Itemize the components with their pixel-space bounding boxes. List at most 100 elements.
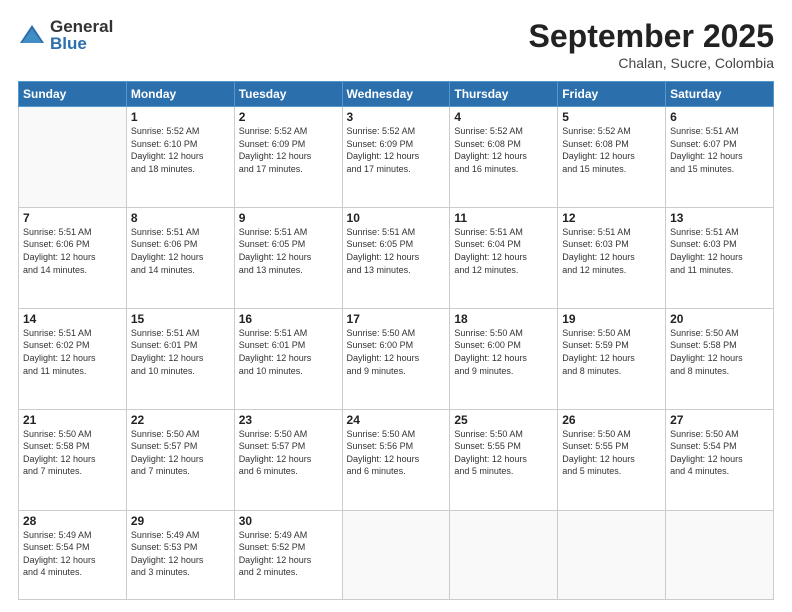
day-number: 2 (239, 110, 338, 124)
day-info: Sunrise: 5:50 AMSunset: 6:00 PMDaylight:… (347, 327, 446, 377)
day-info: Sunrise: 5:51 AMSunset: 6:03 PMDaylight:… (562, 226, 661, 276)
day-info: Sunrise: 5:51 AMSunset: 6:05 PMDaylight:… (347, 226, 446, 276)
day-info: Sunrise: 5:50 AMSunset: 5:57 PMDaylight:… (131, 428, 230, 478)
calendar-week-row: 14Sunrise: 5:51 AMSunset: 6:02 PMDayligh… (19, 308, 774, 409)
table-cell: 2Sunrise: 5:52 AMSunset: 6:09 PMDaylight… (234, 107, 342, 208)
table-cell: 11Sunrise: 5:51 AMSunset: 6:04 PMDayligh… (450, 207, 558, 308)
table-cell: 28Sunrise: 5:49 AMSunset: 5:54 PMDayligh… (19, 510, 127, 599)
day-number: 18 (454, 312, 553, 326)
table-cell: 1Sunrise: 5:52 AMSunset: 6:10 PMDaylight… (126, 107, 234, 208)
title-block: September 2025 Chalan, Sucre, Colombia (529, 18, 774, 71)
table-cell: 21Sunrise: 5:50 AMSunset: 5:58 PMDayligh… (19, 409, 127, 510)
day-info: Sunrise: 5:50 AMSunset: 5:56 PMDaylight:… (347, 428, 446, 478)
day-number: 16 (239, 312, 338, 326)
col-thursday: Thursday (450, 82, 558, 107)
calendar-week-row: 28Sunrise: 5:49 AMSunset: 5:54 PMDayligh… (19, 510, 774, 599)
table-cell (666, 510, 774, 599)
day-info: Sunrise: 5:52 AMSunset: 6:10 PMDaylight:… (131, 125, 230, 175)
table-cell: 13Sunrise: 5:51 AMSunset: 6:03 PMDayligh… (666, 207, 774, 308)
month-title: September 2025 (529, 18, 774, 55)
table-cell: 3Sunrise: 5:52 AMSunset: 6:09 PMDaylight… (342, 107, 450, 208)
day-number: 26 (562, 413, 661, 427)
table-cell: 18Sunrise: 5:50 AMSunset: 6:00 PMDayligh… (450, 308, 558, 409)
col-wednesday: Wednesday (342, 82, 450, 107)
day-number: 17 (347, 312, 446, 326)
logo-icon (18, 21, 46, 49)
table-cell: 30Sunrise: 5:49 AMSunset: 5:52 PMDayligh… (234, 510, 342, 599)
location: Chalan, Sucre, Colombia (529, 55, 774, 71)
table-cell (450, 510, 558, 599)
calendar-week-row: 1Sunrise: 5:52 AMSunset: 6:10 PMDaylight… (19, 107, 774, 208)
calendar-week-row: 21Sunrise: 5:50 AMSunset: 5:58 PMDayligh… (19, 409, 774, 510)
day-info: Sunrise: 5:49 AMSunset: 5:54 PMDaylight:… (23, 529, 122, 579)
day-number: 20 (670, 312, 769, 326)
day-number: 13 (670, 211, 769, 225)
day-number: 15 (131, 312, 230, 326)
col-saturday: Saturday (666, 82, 774, 107)
logo-text: General Blue (50, 18, 113, 52)
day-info: Sunrise: 5:50 AMSunset: 5:58 PMDaylight:… (23, 428, 122, 478)
day-number: 27 (670, 413, 769, 427)
table-cell: 27Sunrise: 5:50 AMSunset: 5:54 PMDayligh… (666, 409, 774, 510)
header: General Blue September 2025 Chalan, Sucr… (18, 18, 774, 71)
table-cell: 5Sunrise: 5:52 AMSunset: 6:08 PMDaylight… (558, 107, 666, 208)
table-cell: 25Sunrise: 5:50 AMSunset: 5:55 PMDayligh… (450, 409, 558, 510)
table-cell: 20Sunrise: 5:50 AMSunset: 5:58 PMDayligh… (666, 308, 774, 409)
calendar-header-row: Sunday Monday Tuesday Wednesday Thursday… (19, 82, 774, 107)
day-info: Sunrise: 5:51 AMSunset: 6:03 PMDaylight:… (670, 226, 769, 276)
day-number: 5 (562, 110, 661, 124)
table-cell: 23Sunrise: 5:50 AMSunset: 5:57 PMDayligh… (234, 409, 342, 510)
day-info: Sunrise: 5:51 AMSunset: 6:05 PMDaylight:… (239, 226, 338, 276)
day-info: Sunrise: 5:50 AMSunset: 6:00 PMDaylight:… (454, 327, 553, 377)
day-number: 11 (454, 211, 553, 225)
day-info: Sunrise: 5:51 AMSunset: 6:02 PMDaylight:… (23, 327, 122, 377)
logo: General Blue (18, 18, 113, 52)
day-info: Sunrise: 5:50 AMSunset: 5:58 PMDaylight:… (670, 327, 769, 377)
day-info: Sunrise: 5:52 AMSunset: 6:09 PMDaylight:… (239, 125, 338, 175)
day-number: 7 (23, 211, 122, 225)
day-number: 22 (131, 413, 230, 427)
day-number: 30 (239, 514, 338, 528)
calendar-table: Sunday Monday Tuesday Wednesday Thursday… (18, 81, 774, 600)
day-number: 29 (131, 514, 230, 528)
table-cell: 10Sunrise: 5:51 AMSunset: 6:05 PMDayligh… (342, 207, 450, 308)
day-info: Sunrise: 5:50 AMSunset: 5:59 PMDaylight:… (562, 327, 661, 377)
table-cell: 4Sunrise: 5:52 AMSunset: 6:08 PMDaylight… (450, 107, 558, 208)
day-info: Sunrise: 5:52 AMSunset: 6:09 PMDaylight:… (347, 125, 446, 175)
day-number: 23 (239, 413, 338, 427)
day-info: Sunrise: 5:50 AMSunset: 5:55 PMDaylight:… (562, 428, 661, 478)
day-info: Sunrise: 5:51 AMSunset: 6:01 PMDaylight:… (239, 327, 338, 377)
day-number: 8 (131, 211, 230, 225)
day-info: Sunrise: 5:51 AMSunset: 6:04 PMDaylight:… (454, 226, 553, 276)
table-cell: 6Sunrise: 5:51 AMSunset: 6:07 PMDaylight… (666, 107, 774, 208)
day-number: 1 (131, 110, 230, 124)
table-cell: 19Sunrise: 5:50 AMSunset: 5:59 PMDayligh… (558, 308, 666, 409)
day-info: Sunrise: 5:51 AMSunset: 6:06 PMDaylight:… (131, 226, 230, 276)
page: General Blue September 2025 Chalan, Sucr… (0, 0, 792, 612)
day-number: 24 (347, 413, 446, 427)
col-tuesday: Tuesday (234, 82, 342, 107)
table-cell: 15Sunrise: 5:51 AMSunset: 6:01 PMDayligh… (126, 308, 234, 409)
day-number: 10 (347, 211, 446, 225)
day-number: 3 (347, 110, 446, 124)
day-number: 21 (23, 413, 122, 427)
table-cell: 26Sunrise: 5:50 AMSunset: 5:55 PMDayligh… (558, 409, 666, 510)
col-monday: Monday (126, 82, 234, 107)
table-cell (342, 510, 450, 599)
table-cell: 17Sunrise: 5:50 AMSunset: 6:00 PMDayligh… (342, 308, 450, 409)
table-cell: 9Sunrise: 5:51 AMSunset: 6:05 PMDaylight… (234, 207, 342, 308)
table-cell: 16Sunrise: 5:51 AMSunset: 6:01 PMDayligh… (234, 308, 342, 409)
day-number: 12 (562, 211, 661, 225)
calendar-week-row: 7 Sunrise: 5:51 AMSunset: 6:06 PMDaylight… (19, 207, 774, 308)
day-info: Sunrise: 5:50 AMSunset: 5:57 PMDaylight:… (239, 428, 338, 478)
col-friday: Friday (558, 82, 666, 107)
day-number: 9 (239, 211, 338, 225)
logo-general-text: General (50, 18, 113, 35)
day-info: Sunrise: 5:49 AMSunset: 5:53 PMDaylight:… (131, 529, 230, 579)
day-number: 6 (670, 110, 769, 124)
day-info: Sunrise: 5:52 AMSunset: 6:08 PMDaylight:… (562, 125, 661, 175)
col-sunday: Sunday (19, 82, 127, 107)
day-info: Sunrise: 5:50 AMSunset: 5:55 PMDaylight:… (454, 428, 553, 478)
logo-blue-text: Blue (50, 35, 113, 52)
day-info: Sunrise: 5:49 AMSunset: 5:52 PMDaylight:… (239, 529, 338, 579)
